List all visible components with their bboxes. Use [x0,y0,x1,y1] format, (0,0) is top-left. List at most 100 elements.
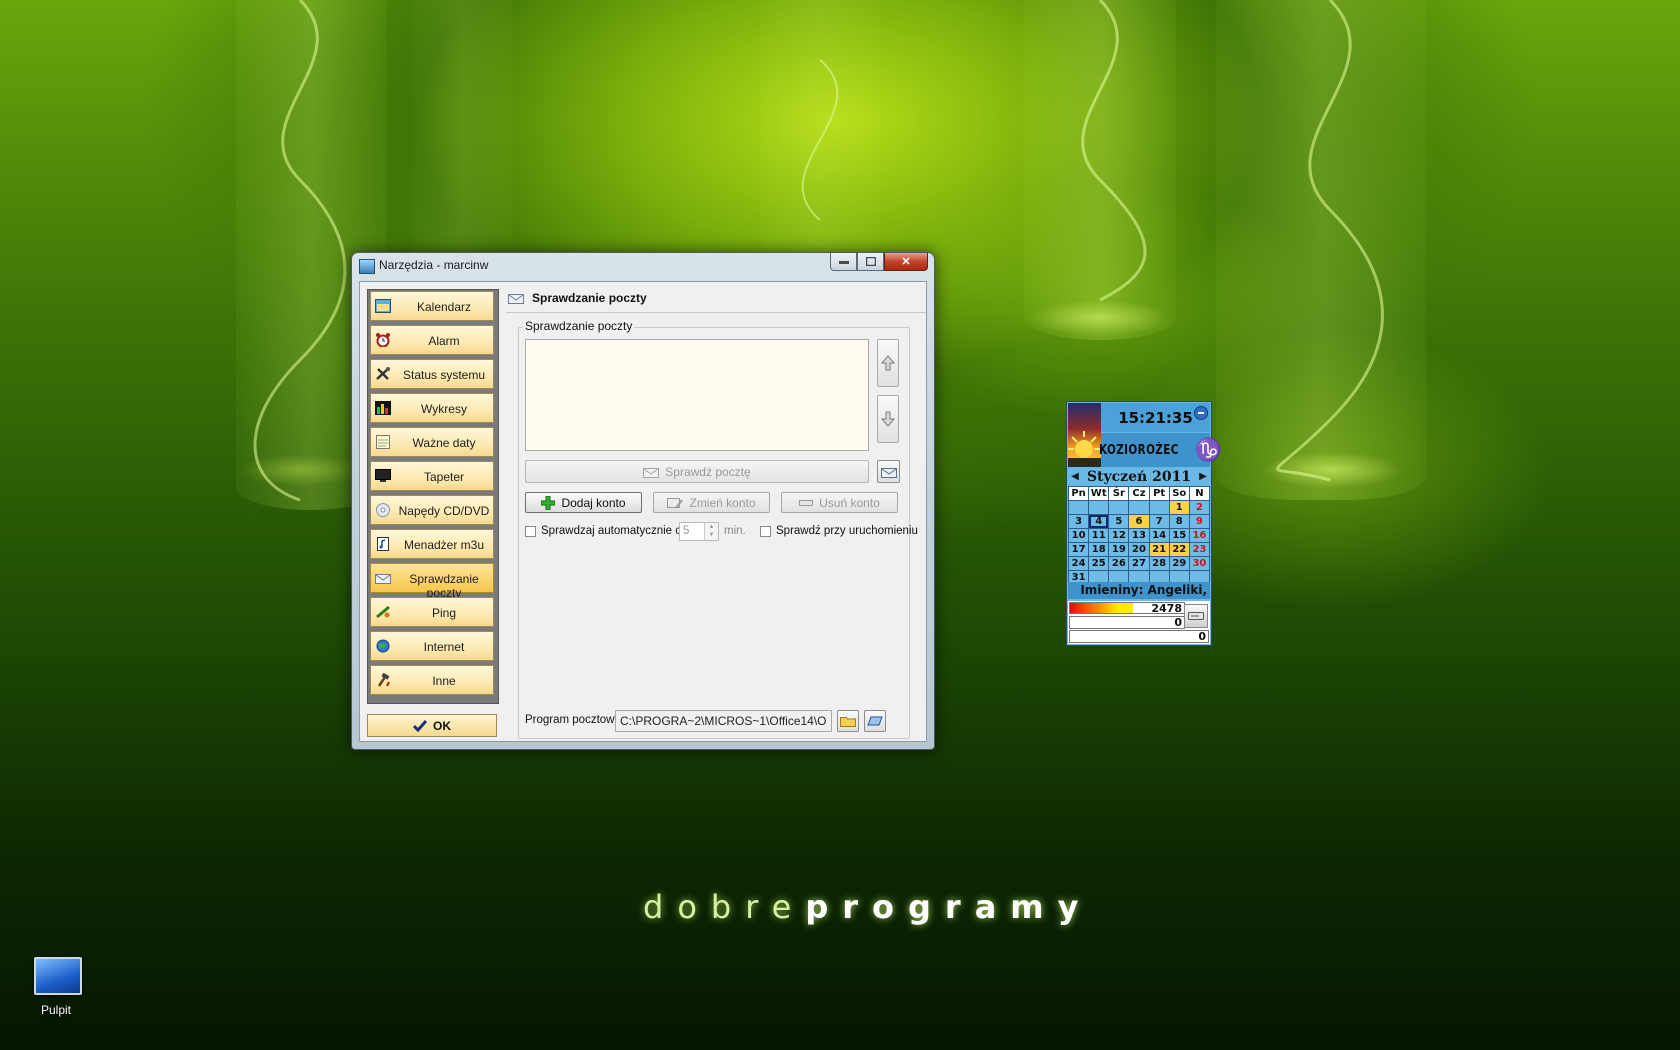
close-button[interactable]: ✕ [884,253,928,271]
move-up-button[interactable] [877,339,899,387]
check-mail-button[interactable]: Sprawdź pocztę [525,460,869,483]
sidebar-item-label: Ważne daty [412,436,476,450]
calendar-day[interactable]: 15 [1169,529,1189,542]
plus-icon [541,495,556,510]
interval-stepper[interactable]: 5 ▲ ▼ [679,522,719,541]
calendar-day[interactable]: 21 [1149,543,1169,556]
sidebar-item-alarm[interactable]: Alarm [370,325,494,355]
move-down-button[interactable] [877,395,899,443]
cd-disc-icon [375,503,391,517]
sidebar-item-wykresy[interactable]: Wykresy [370,393,494,423]
mail-icon [880,467,897,478]
divider [506,312,926,313]
sidebar-item-status-systemu[interactable]: Status systemu [370,359,494,389]
clock-time: 15:21:35 [1101,403,1210,432]
bar-chart-icon [375,401,391,415]
folder-icon [840,717,856,727]
window-titlebar[interactable]: Narzędzia - marcinw ✕ [352,253,934,277]
calendar-day[interactable]: 11 [1089,529,1109,542]
mail-icon [508,294,524,304]
ok-button[interactable]: OK [367,714,497,737]
browse-button[interactable] [837,710,859,732]
open-mail-button[interactable] [877,460,900,483]
check-on-start-checkbox[interactable] [760,526,771,537]
calendar-day[interactable]: 1 [1169,501,1189,514]
calendar-day[interactable]: 9 [1189,515,1209,528]
remove-account-button[interactable]: Usuń konto [781,492,898,513]
auto-check-checkbox[interactable] [525,526,536,537]
calendar-day[interactable]: 6 [1129,515,1149,528]
add-account-button[interactable]: Dodaj konto [525,492,642,513]
calendar-day[interactable]: 29 [1169,557,1189,570]
calendar-day[interactable]: 30 [1189,557,1209,570]
hard-drive-icon [1188,612,1204,620]
sidebar-item-label: Ping [431,606,457,620]
calendar-day[interactable]: 14 [1149,529,1169,542]
sidebar-item-ping[interactable]: Ping [370,597,494,627]
interval-unit: min. [724,525,746,537]
calendar-day[interactable]: 16 [1189,529,1209,542]
calendar-day[interactable]: 26 [1109,557,1129,570]
sidebar-item-napedy-cd-dvd[interactable]: Napędy CD/DVD [370,495,494,525]
calendar-day[interactable]: 4 [1089,515,1109,528]
calendar-day[interactable]: 7 [1149,515,1169,528]
month-nav: ◀ Styczeń 2011 ▶ [1068,468,1210,485]
calendar-icon [375,299,391,313]
maximize-button[interactable] [857,253,884,271]
zodiac-row: KOZIOROŻEC ♑ [1099,433,1222,467]
prev-month-button[interactable]: ◀ [1068,471,1082,482]
mail-check-panel: Sprawdzanie poczty Sprawdzanie poczty Sp… [506,282,926,741]
calendar-day[interactable]: 10 [1069,529,1089,542]
calendar-day[interactable]: 8 [1169,515,1189,528]
calendar-day[interactable]: 2 [1189,501,1209,514]
sidebar-item-inne[interactable]: Inne [370,665,494,695]
notepad-icon [375,435,391,449]
calendar-day[interactable]: 24 [1069,557,1089,570]
eraser-button[interactable] [864,710,886,732]
mail-program-row: Program pocztowy: [525,710,909,732]
edit-account-label: Zmień konto [689,495,756,510]
calendar-day[interactable]: 12 [1109,529,1129,542]
calendar-day[interactable]: 18 [1089,543,1109,556]
alarm-clock-icon [375,333,391,347]
calendar-day[interactable]: 17 [1069,543,1089,556]
calendar-day[interactable]: 5 [1109,515,1129,528]
calendar-day[interactable]: 3 [1069,515,1089,528]
edit-account-button[interactable]: Zmień konto [653,492,770,513]
calendar-day[interactable]: 13 [1129,529,1149,542]
sidebar-item-tapeter[interactable]: Tapeter [370,461,494,491]
sidebar-item-menadzer-m3u[interactable]: Menadżer m3u [370,529,494,559]
calendar-day[interactable]: 20 [1129,543,1149,556]
hammer-icon [375,673,391,687]
sidebar-item-sprawdzanie-poczty[interactable]: Sprawdzanie poczty [370,563,494,600]
calendar-day[interactable]: 28 [1149,557,1169,570]
account-list[interactable] [525,339,869,451]
sidebar-item-label: Tapeter [423,470,465,484]
sunrise-icon [1068,403,1101,467]
minimize-button[interactable] [830,253,857,271]
calendar-day[interactable]: 25 [1089,557,1109,570]
widget-minimize-button[interactable] [1194,406,1208,420]
calendar-widget[interactable]: 15:21:35 KOZIOROŻEC ♑ ◀ Styczeń 2011 ▶ P… [1066,401,1222,646]
stepper-arrows-icon[interactable]: ▲ ▼ [704,523,718,540]
sidebar-item-internet[interactable]: Internet [370,631,494,661]
maximize-icon [865,257,876,266]
calendar-day[interactable]: 19 [1109,543,1129,556]
calendar-day[interactable]: 22 [1169,543,1189,556]
desktop-icon-pulpit[interactable]: Pulpit [24,953,88,1025]
drive-button[interactable] [1184,604,1208,628]
weekday-header: Śr [1109,487,1129,500]
sidebar-item-wazne-daty[interactable]: Ważne daty [370,427,494,457]
mail-program-label: Program pocztowy: [525,714,624,726]
sidebar-item-label: Internet [423,640,465,654]
calendar-empty-cell [1089,501,1109,514]
sidebar-item-kalendarz[interactable]: Kalendarz [370,291,494,321]
next-month-button[interactable]: ▶ [1196,471,1210,482]
mail-program-field[interactable] [615,710,832,732]
calendar-day[interactable]: 23 [1189,543,1209,556]
weekday-header: Pn [1069,487,1089,500]
logo-part-dobre: dobre [643,888,806,926]
stat-row: 0 [1069,630,1209,643]
logo-part-programy: programy [805,888,1093,926]
calendar-day[interactable]: 27 [1129,557,1149,570]
